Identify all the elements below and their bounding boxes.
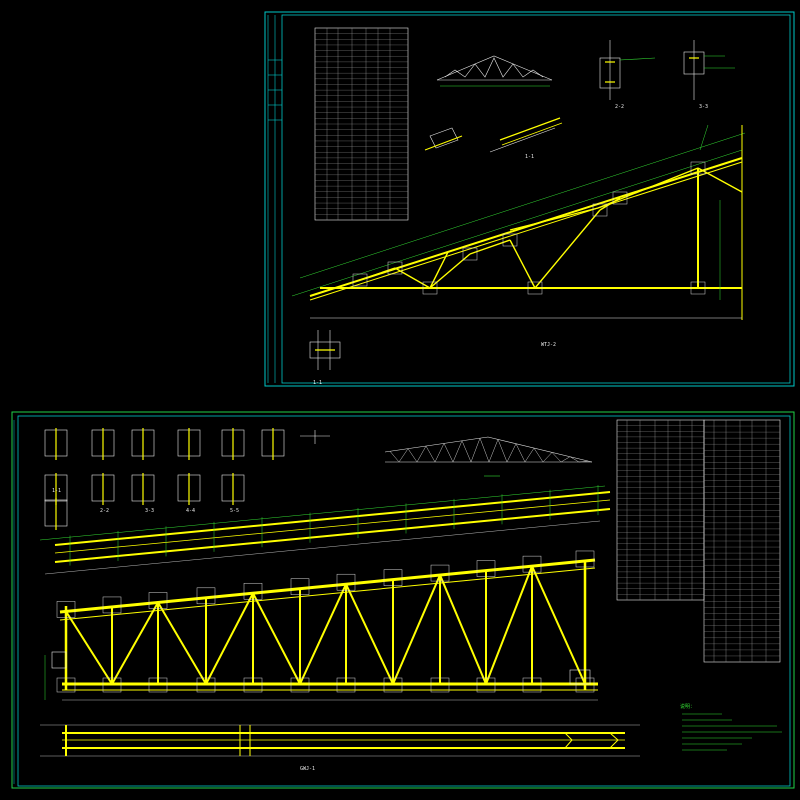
notes-title: 说明：: [680, 703, 695, 710]
canvas-background: [0, 0, 800, 800]
bottom-truss-title: GWJ-1: [300, 766, 315, 772]
top-section-label-small: 1-1: [525, 154, 534, 160]
top-section-label-1-1: 1-1: [313, 380, 322, 386]
top-truss-title: WTJ-2: [541, 342, 556, 348]
section-label: 5-5: [230, 508, 239, 514]
top-section-label-2-2: 2-2: [615, 104, 624, 110]
top-section-label-3-3: 3-3: [699, 104, 708, 110]
section-label: 4-4: [186, 508, 195, 514]
section-label: 1-1: [52, 488, 61, 494]
cad-drawing-canvas: WTJ-2 1-1 2-2 3-3 1-1 GWJ-1 说明： 1-12-2 3…: [0, 0, 800, 800]
section-label: 2-2: [100, 508, 109, 514]
sheet-bottom-material-table-right: [703, 419, 781, 663]
section-label: 3-3: [145, 508, 154, 514]
